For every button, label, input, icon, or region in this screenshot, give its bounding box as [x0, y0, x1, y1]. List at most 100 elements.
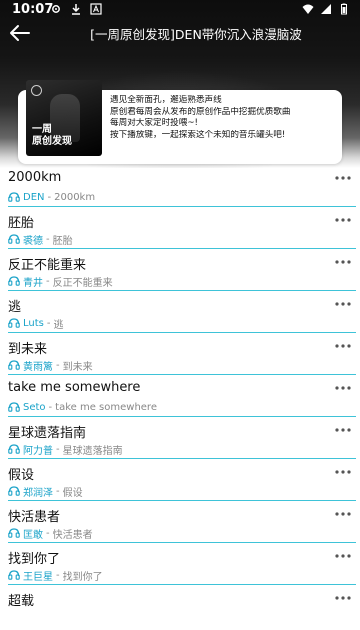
- song-meta: Seto - take me somewhere: [8, 400, 157, 414]
- song-artist[interactable]: 阿力普: [23, 442, 53, 457]
- row-divider: [8, 248, 356, 249]
- song-meta: DEN -2000km: [8, 190, 95, 204]
- row-divider: [8, 416, 356, 417]
- song-row[interactable]: 找到你了 王巨星 - 找到你了: [0, 546, 360, 588]
- song-row[interactable]: 胚胎 裘德 - 胚胎: [0, 210, 360, 252]
- song-meta: 匡敢 - 快活患者: [8, 526, 93, 541]
- sq-quality-icon: [8, 318, 20, 328]
- more-options-icon[interactable]: [334, 426, 352, 434]
- song-row[interactable]: 到未来 黄雨篱 - 到未来: [0, 336, 360, 378]
- meta-separator: -: [46, 233, 50, 245]
- song-album: 找到你了: [62, 571, 103, 583]
- more-options-icon[interactable]: [334, 552, 352, 560]
- song-artist[interactable]: Seto: [23, 402, 46, 413]
- song-artist[interactable]: DEN: [23, 192, 45, 203]
- song-title: 反正不能重来: [8, 258, 87, 273]
- sq-quality-icon: [8, 570, 20, 580]
- song-row[interactable]: 2000km DEN -2000km: [0, 168, 360, 210]
- song-row[interactable]: take me somewhere Seto - take me somewhere: [0, 378, 360, 420]
- wifi-icon: [302, 4, 314, 14]
- song-title: 胚胎: [8, 216, 35, 231]
- more-options-icon[interactable]: [334, 342, 352, 350]
- song-row[interactable]: 星球遗落指南 阿力普 - 星球遗落指南: [0, 420, 360, 462]
- sq-quality-icon: [8, 192, 20, 202]
- song-row[interactable]: 假设 郑润泽 - 假设: [0, 462, 360, 504]
- song-meta: 黄雨篱 - 到未来: [8, 358, 93, 373]
- page-title: [一周原创发现]DEN带你沉入浪漫脑波: [90, 27, 302, 42]
- playlist-cover[interactable]: 一周 原创发现: [26, 80, 102, 156]
- settings-icon: [52, 5, 60, 13]
- song-artist[interactable]: Luts: [23, 318, 44, 329]
- song-album: take me somewhere: [55, 401, 157, 413]
- meta-separator: -: [46, 317, 51, 329]
- description-line: 按下播放键，一起探索这个未知的音乐罐头吧!: [110, 129, 286, 140]
- playlist-card: 一周 原创发现 遇见全新面孔，邂逅熟悉声线 原创君每周会从发布的原创作品中挖掘优…: [18, 80, 342, 164]
- app-bar: [一周原创发现]DEN带你沉入浪漫脑波: [0, 20, 360, 46]
- meta-separator: -: [56, 485, 60, 497]
- more-options-icon[interactable]: [334, 216, 352, 224]
- song-meta: 郑润泽 - 假设: [8, 484, 83, 499]
- sq-quality-icon: [8, 276, 20, 286]
- song-row[interactable]: 逃 Luts - 逃: [0, 294, 360, 336]
- more-options-icon[interactable]: [334, 594, 352, 602]
- meta-separator: -: [56, 569, 60, 581]
- song-meta: 裘德 - 胚胎: [8, 232, 73, 247]
- cover-logo-icon: [31, 85, 42, 96]
- row-divider: [8, 332, 356, 333]
- row-divider: [8, 458, 356, 459]
- back-arrow-icon[interactable]: [8, 22, 32, 44]
- sq-quality-icon: [8, 528, 20, 538]
- row-divider: [8, 206, 356, 207]
- more-options-icon[interactable]: [334, 468, 352, 476]
- more-options-icon[interactable]: [334, 384, 352, 392]
- sq-quality-icon: [8, 234, 20, 244]
- description-line: 遇见全新面孔，邂逅熟悉声线: [110, 95, 222, 105]
- song-artist[interactable]: 黄雨篱: [23, 358, 53, 373]
- song-title: 逃: [8, 300, 22, 315]
- song-album: 胚胎: [52, 235, 73, 247]
- song-artist[interactable]: 郑润泽: [23, 484, 53, 499]
- sq-quality-icon: [8, 444, 20, 454]
- meta-separator: -: [56, 359, 60, 371]
- song-row[interactable]: 快活患者 匡敢 - 快活患者: [0, 504, 360, 546]
- more-options-icon[interactable]: [334, 510, 352, 518]
- more-options-icon[interactable]: [334, 258, 352, 266]
- status-system-icons: [302, 3, 350, 15]
- song-album: 快活患者: [52, 529, 93, 541]
- song-artist[interactable]: 王巨星: [23, 568, 53, 583]
- song-title: 星球遗落指南: [8, 426, 87, 441]
- row-divider: [8, 584, 356, 585]
- song-album: 2000km: [54, 191, 96, 203]
- song-meta: Luts - 逃: [8, 316, 64, 331]
- song-title: 假设: [8, 468, 35, 483]
- song-title: 找到你了: [8, 552, 61, 567]
- song-artist[interactable]: 青井: [23, 274, 43, 289]
- song-album: 反正不能重来: [52, 277, 113, 289]
- cover-text: 一周 原创发现: [32, 124, 72, 147]
- row-divider: [8, 542, 356, 543]
- song-album: 逃: [53, 319, 64, 331]
- more-options-icon[interactable]: [334, 300, 352, 308]
- meta-separator: -: [47, 191, 52, 203]
- description-line: 原创君每周会从发布的原创作品中挖掘优质歌曲: [110, 106, 291, 117]
- status-notification-icons: [50, 3, 102, 15]
- meta-separator: -: [56, 443, 60, 455]
- song-meta: 王巨星 - 找到你了: [8, 568, 103, 583]
- signal-icon: [321, 4, 331, 14]
- song-artist[interactable]: 匡敢: [23, 526, 43, 541]
- sq-quality-icon: [8, 402, 20, 412]
- song-album: 到未来: [62, 361, 93, 373]
- row-divider: [8, 290, 356, 291]
- app-a-icon: [90, 3, 102, 15]
- status-bar: 10:07: [0, 0, 360, 20]
- song-artist[interactable]: 裘德: [23, 232, 43, 247]
- song-row[interactable]: 反正不能重来 青井 - 反正不能重来: [0, 252, 360, 294]
- sq-quality-icon: [8, 360, 20, 370]
- song-list: 2000km DEN -2000km 胚胎 裘德 - 胚胎 反正不能重来 青井 - 反正不能重来逃 L…: [0, 168, 360, 630]
- song-title: 2000km: [8, 170, 62, 185]
- song-row[interactable]: 超载: [0, 588, 360, 630]
- song-meta: 青井 - 反正不能重来: [8, 274, 113, 289]
- song-album: 星球遗落指南: [62, 445, 123, 457]
- more-options-icon[interactable]: [334, 174, 352, 182]
- song-title: take me somewhere: [8, 380, 141, 395]
